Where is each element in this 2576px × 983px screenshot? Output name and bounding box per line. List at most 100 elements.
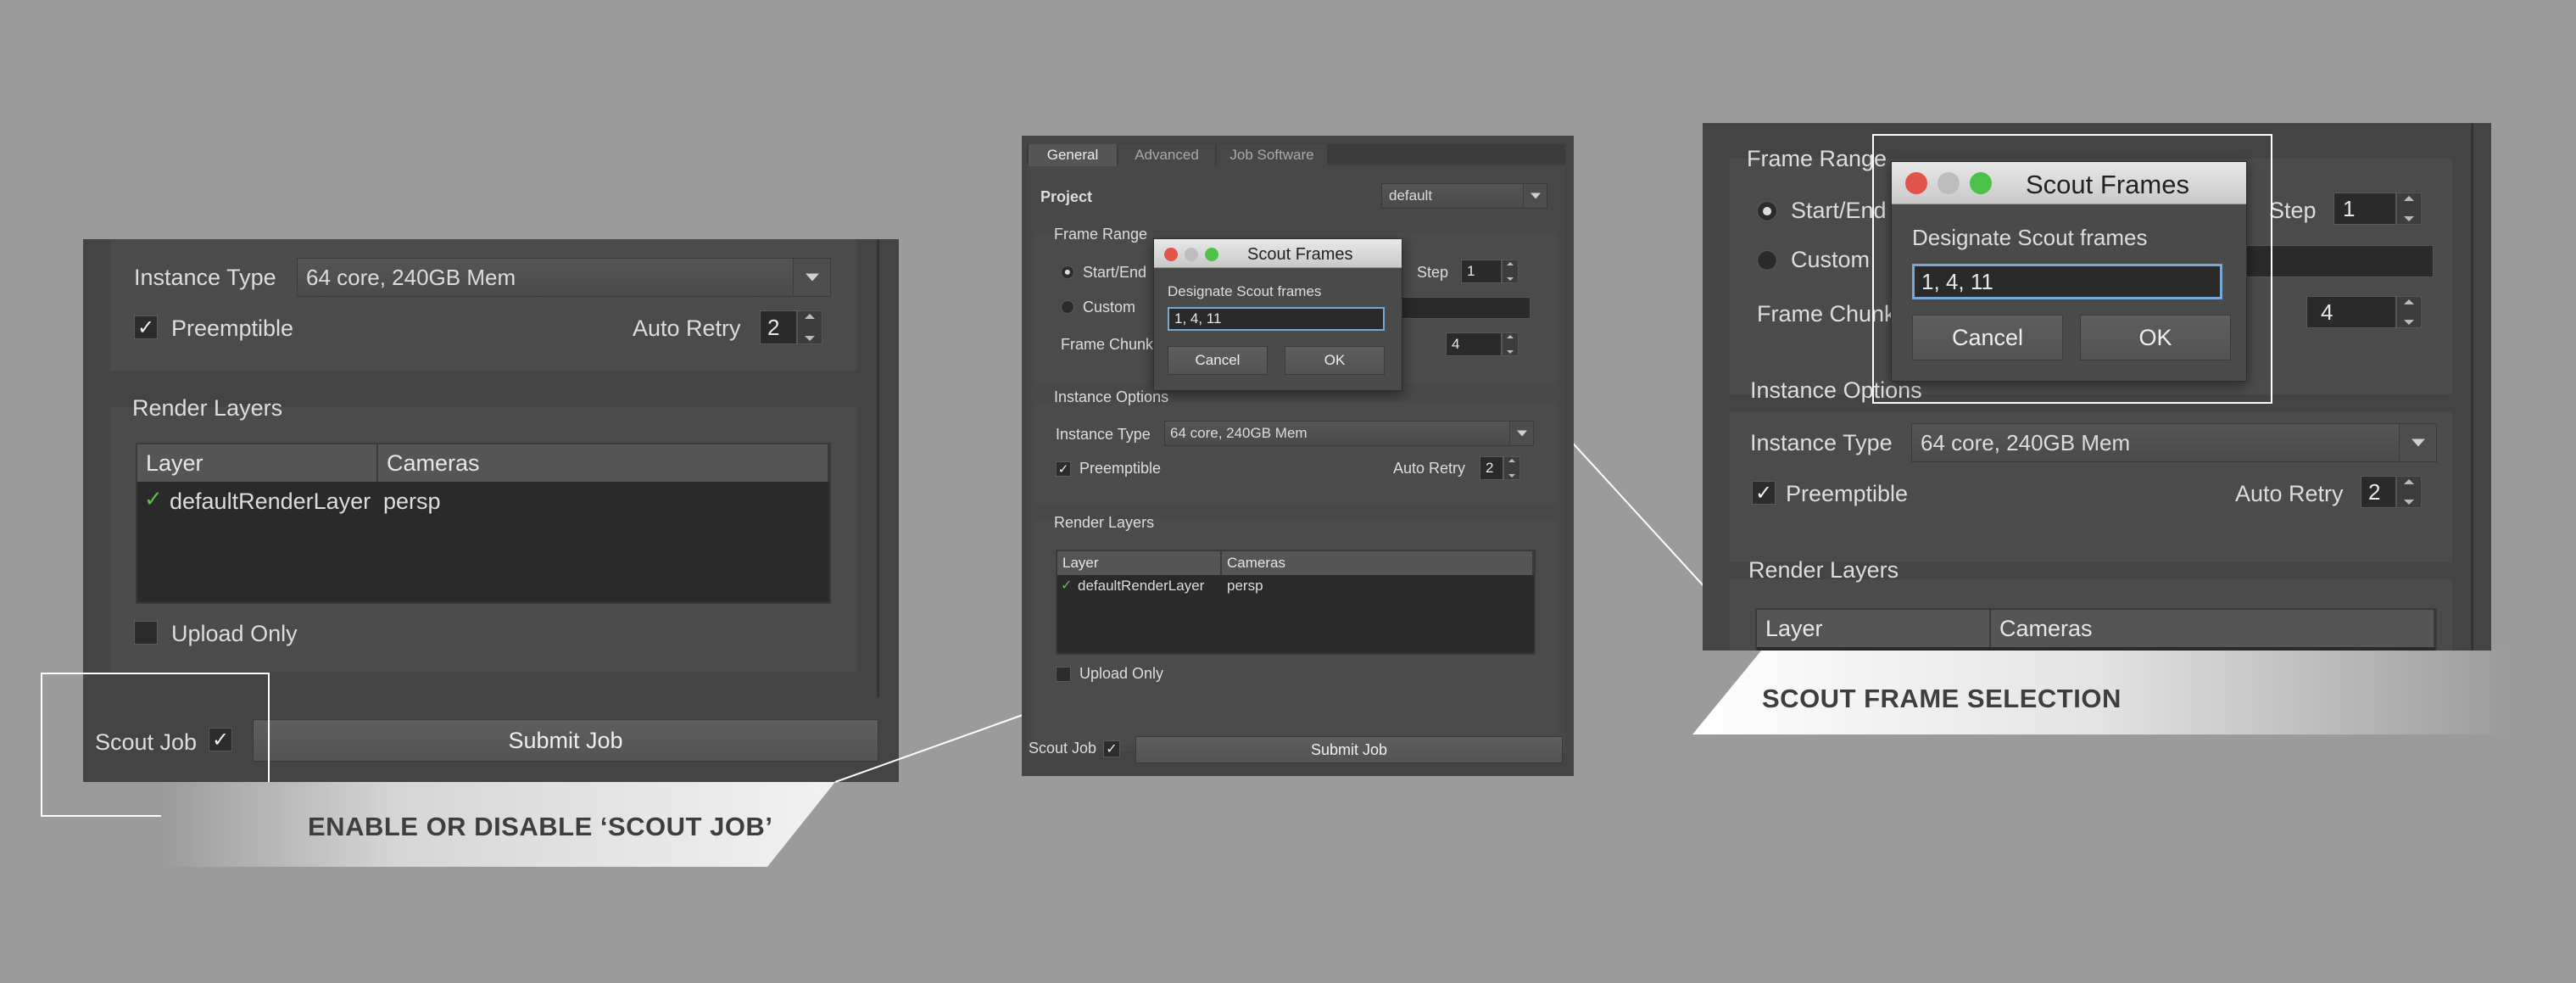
project-value: default xyxy=(1389,187,1433,204)
instance-type-label: Instance Type xyxy=(1750,430,1893,455)
step-down-icon xyxy=(1507,350,1514,354)
auto-retry-label: Auto Retry xyxy=(1393,460,1466,477)
upload-only-checkbox[interactable] xyxy=(1056,667,1071,682)
row-camera-name: persp xyxy=(1227,578,1263,594)
column-header-cameras[interactable]: Cameras xyxy=(1991,610,2435,647)
instance-type-dropdown[interactable]: 64 core, 240GB Mem xyxy=(1164,421,1534,446)
instance-options-group xyxy=(1035,402,1556,504)
project-label: Project xyxy=(1040,188,1093,205)
middle-scout-frames-dialog: Scout Frames Designate Scout frames 1, 4… xyxy=(1153,238,1402,391)
scout-job-label: Scout Job xyxy=(1029,740,1097,757)
dropdown-arrow-icon xyxy=(1530,193,1541,199)
step-stepper[interactable] xyxy=(1502,260,1519,283)
maximize-icon[interactable] xyxy=(1970,172,1992,194)
frame-chunk-spinbox[interactable]: 4 xyxy=(1446,332,1502,356)
scout-frames-input[interactable]: 1, 4, 11 xyxy=(1912,264,2222,299)
start-end-radio[interactable] xyxy=(1757,201,1777,221)
auto-retry-spinbox[interactable]: 2 xyxy=(1480,456,1503,480)
row-check-icon[interactable]: ✓ xyxy=(1061,577,1072,593)
step-value: 1 xyxy=(1467,263,1475,279)
step-spinbox[interactable]: 1 xyxy=(2333,193,2396,225)
frame-range-title: Frame Range xyxy=(1747,146,1887,171)
dialog-title: Scout Frames xyxy=(2026,170,2189,199)
step-up-icon xyxy=(2404,479,2414,484)
dialog-prompt: Designate Scout frames xyxy=(1912,225,2148,250)
dropdown-arrow-icon xyxy=(1516,430,1527,437)
dialog-titlebar[interactable]: Scout Frames xyxy=(1892,162,2246,204)
frame-chunk-value: 4 xyxy=(1452,336,1460,352)
submit-job-button[interactable]: Submit Job xyxy=(1135,736,1563,763)
render-layers-table[interactable]: Layer Cameras xyxy=(1755,608,2437,651)
dialog-titlebar[interactable]: Scout Frames xyxy=(1154,239,1402,268)
dropdown-arrow-box xyxy=(1509,422,1533,445)
custom-label: Custom xyxy=(1791,247,1871,272)
step-stepper[interactable] xyxy=(2396,193,2422,225)
custom-radio[interactable] xyxy=(1061,300,1074,314)
panel-right-edge-line xyxy=(2471,123,2473,651)
dialog-cancel-button[interactable]: Cancel xyxy=(1912,315,2063,360)
middle-submitter-window: General Advanced Job Software Project de… xyxy=(1022,136,1574,776)
frame-chunk-stepper[interactable] xyxy=(1502,332,1519,356)
frame-chunk-label: Frame Chunk xyxy=(1061,336,1154,353)
preemptible-checkbox[interactable]: ✓ xyxy=(1752,481,1776,505)
auto-retry-stepper[interactable] xyxy=(2396,476,2422,508)
auto-retry-value: 2 xyxy=(2368,479,2381,505)
custom-radio[interactable] xyxy=(1757,250,1777,271)
step-up-icon xyxy=(1507,262,1514,265)
minimize-icon[interactable] xyxy=(1185,248,1198,261)
step-down-icon xyxy=(2404,216,2414,221)
project-dropdown[interactable]: default xyxy=(1381,183,1547,209)
tab-job-software[interactable]: Job Software xyxy=(1217,144,1327,166)
column-header-layer[interactable]: Layer xyxy=(1757,610,1991,647)
tab-general[interactable]: General xyxy=(1029,144,1117,166)
left-callout-line xyxy=(834,714,1023,783)
tab-advanced[interactable]: Advanced xyxy=(1118,144,1215,166)
start-end-radio[interactable] xyxy=(1061,265,1074,279)
left-banner-text: ENABLE OR DISABLE ‘SCOUT JOB’ xyxy=(308,812,773,841)
step-value: 1 xyxy=(2343,196,2356,221)
dialog-ok-button[interactable]: OK xyxy=(2080,315,2231,360)
step-label: Step xyxy=(2269,198,2317,223)
dropdown-arrow-box xyxy=(1523,184,1547,208)
instance-type-value: 64 core, 240GB Mem xyxy=(1170,425,1308,441)
upload-only-label: Upload Only xyxy=(1079,665,1164,682)
preemptible-label: Preemptible xyxy=(1079,460,1162,477)
scout-job-checkbox[interactable]: ✓ xyxy=(1103,740,1120,757)
dialog-cancel-button[interactable]: Cancel xyxy=(1168,346,1268,375)
preemptible-checkbox[interactable]: ✓ xyxy=(1056,461,1071,477)
instance-type-dropdown[interactable]: 64 core, 240GB Mem xyxy=(1911,423,2437,462)
step-down-icon xyxy=(2404,320,2414,325)
auto-retry-stepper[interactable] xyxy=(1503,456,1520,480)
auto-retry-spinbox[interactable]: 2 xyxy=(2361,476,2396,508)
instance-type-label: Instance Type xyxy=(1056,426,1151,443)
scout-frames-value: 1, 4, 11 xyxy=(1174,310,1222,327)
scout-frames-input[interactable]: 1, 4, 11 xyxy=(1168,307,1385,331)
dialog-prompt: Designate Scout frames xyxy=(1168,283,1322,299)
scout-frames-value: 1, 4, 11 xyxy=(1921,269,1993,294)
frame-chunk-value: 4 xyxy=(2321,299,2333,325)
dropdown-arrow-icon xyxy=(2411,438,2425,447)
instance-type-value: 64 core, 240GB Mem xyxy=(1921,430,2131,455)
render-layers-table[interactable]: Layer Cameras ✓ defaultRenderLayer persp xyxy=(1056,550,1536,655)
custom-frames-field[interactable] xyxy=(2245,245,2434,277)
render-layers-title: Render Layers xyxy=(1054,514,1155,531)
step-up-icon xyxy=(2404,299,2414,304)
start-end-label: Start/End xyxy=(1083,264,1147,281)
close-icon[interactable] xyxy=(1905,172,1927,194)
column-header-cameras[interactable]: Cameras xyxy=(1222,551,1534,575)
column-header-layer[interactable]: Layer xyxy=(1057,551,1222,575)
render-layers-title: Render Layers xyxy=(1748,557,1899,583)
step-spinbox[interactable]: 1 xyxy=(1461,260,1502,283)
preemptible-label: Preemptible xyxy=(1786,481,1909,506)
auto-retry-label: Auto Retry xyxy=(2235,481,2344,506)
maximize-icon[interactable] xyxy=(1205,248,1218,261)
frame-chunk-spinbox[interactable]: 4 xyxy=(2306,296,2396,328)
step-down-icon xyxy=(2404,500,2414,505)
step-up-icon xyxy=(2404,196,2414,201)
dialog-ok-button[interactable]: OK xyxy=(1285,346,1385,375)
row-layer-name[interactable]: defaultRenderLayer xyxy=(1078,578,1204,595)
step-up-icon xyxy=(1508,459,1515,462)
frame-chunk-stepper[interactable] xyxy=(2396,296,2422,328)
close-icon[interactable] xyxy=(1164,248,1178,261)
minimize-icon[interactable] xyxy=(1938,172,1960,194)
